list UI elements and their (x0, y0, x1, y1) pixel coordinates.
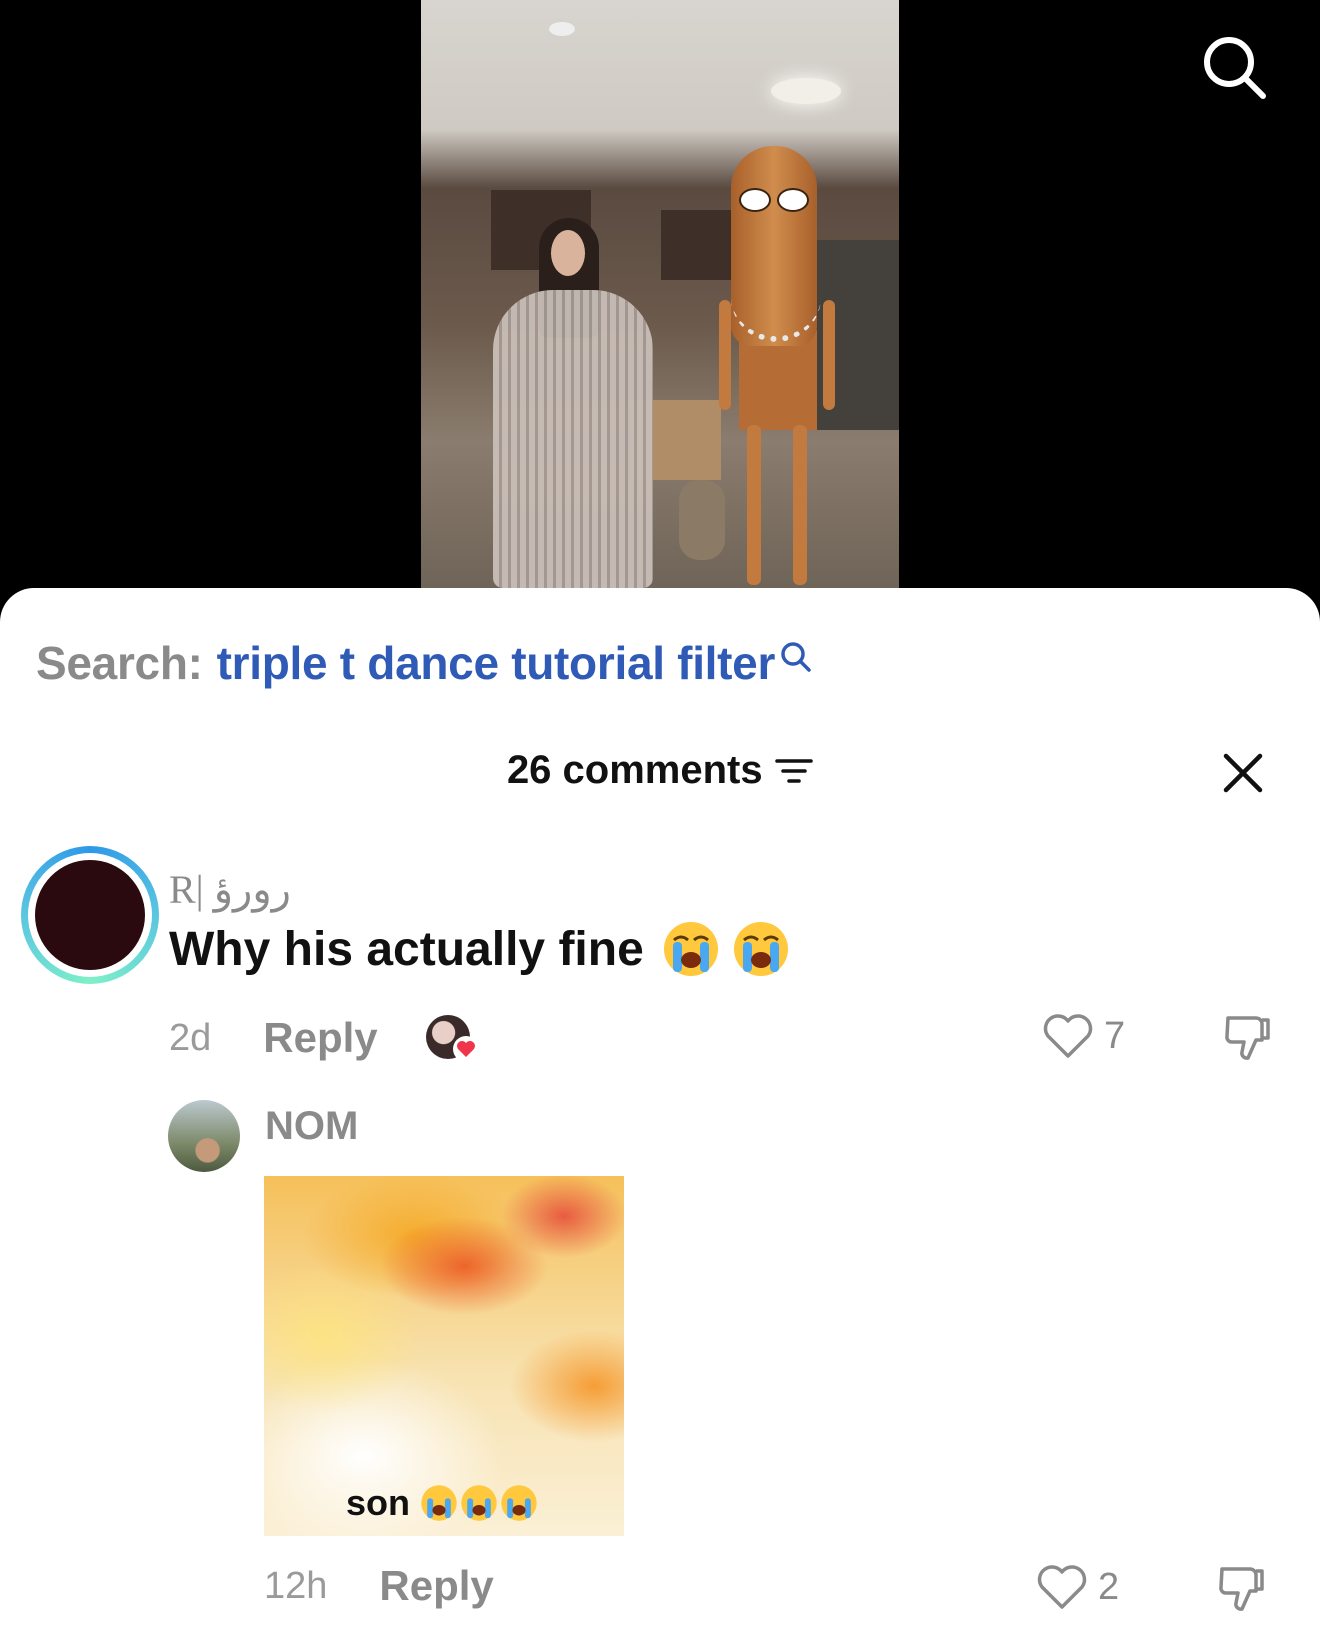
search-suggestion-label: Search: (36, 637, 203, 689)
comment-image-sticker[interactable]: son (264, 1176, 624, 1536)
comment-meta-row: 2d Reply (169, 1013, 482, 1063)
like-count: 7 (1104, 1014, 1126, 1057)
comment-username[interactable]: R| رورؤ (169, 866, 291, 913)
loudly-crying-face-icon (663, 922, 718, 976)
loudly-crying-face-icon (501, 1485, 537, 1521)
scene-person-dress (493, 290, 653, 588)
reply-button[interactable]: Reply (379, 1562, 493, 1610)
scene-ceiling-light (771, 78, 841, 104)
liked-by-creator-badge (425, 1013, 482, 1063)
comment-text: Why his actually fine (169, 922, 644, 976)
avatar-border (28, 853, 152, 977)
thumbs-down-icon[interactable] (1216, 1563, 1268, 1615)
search-suggestion[interactable]: Search: triple t dance tutorial filter (36, 636, 813, 690)
avatar[interactable] (35, 860, 145, 970)
loudly-crying-face-icon (461, 1485, 497, 1521)
scene-smoke-detector (549, 22, 575, 36)
like-button[interactable]: 7 (1042, 1011, 1125, 1061)
image-caption-text: son (346, 1482, 411, 1523)
comment-time: 2d (169, 1016, 212, 1059)
avatar-story-ring[interactable] (21, 846, 159, 984)
scene-character-eye (739, 188, 771, 212)
avatar[interactable] (168, 1100, 240, 1172)
scene-character-leg (747, 425, 761, 585)
search-icon[interactable] (1199, 32, 1269, 102)
comments-header: 26 comments (0, 748, 1320, 798)
video-frame[interactable] (421, 0, 899, 588)
loudly-crying-face-icon (421, 1485, 457, 1521)
scene-person-face (551, 230, 585, 276)
comments-count: 26 comments (506, 748, 763, 792)
comment-time: 12h (264, 1564, 328, 1607)
loudly-crying-face-icon (733, 922, 788, 976)
scene-character-eye (777, 188, 809, 212)
sort-icon[interactable] (775, 756, 813, 786)
like-count: 2 (1098, 1565, 1120, 1608)
thumbs-down-icon[interactable] (1222, 1012, 1274, 1064)
comment-username[interactable]: NOM (265, 1104, 358, 1149)
comment-text-row: Why his actually fine (169, 920, 790, 978)
scene-character-arm (823, 300, 835, 410)
comment-meta-row: 12h Reply (264, 1561, 494, 1611)
scene-character-arm (719, 300, 731, 410)
video-player[interactable] (0, 0, 1320, 640)
reply-button[interactable]: Reply (263, 1014, 377, 1062)
scene-character-leg (793, 425, 807, 585)
heart-filled-icon (452, 1036, 479, 1062)
scene-cat (679, 480, 725, 560)
search-suggestion-term[interactable]: triple t dance tutorial filter (217, 636, 776, 690)
like-button[interactable]: 2 (1036, 1562, 1119, 1612)
image-caption: son (346, 1482, 538, 1524)
heart-outline-icon[interactable] (1036, 1563, 1088, 1611)
heart-outline-icon[interactable] (1042, 1012, 1094, 1060)
search-icon (781, 642, 811, 672)
close-icon[interactable] (1222, 752, 1264, 794)
